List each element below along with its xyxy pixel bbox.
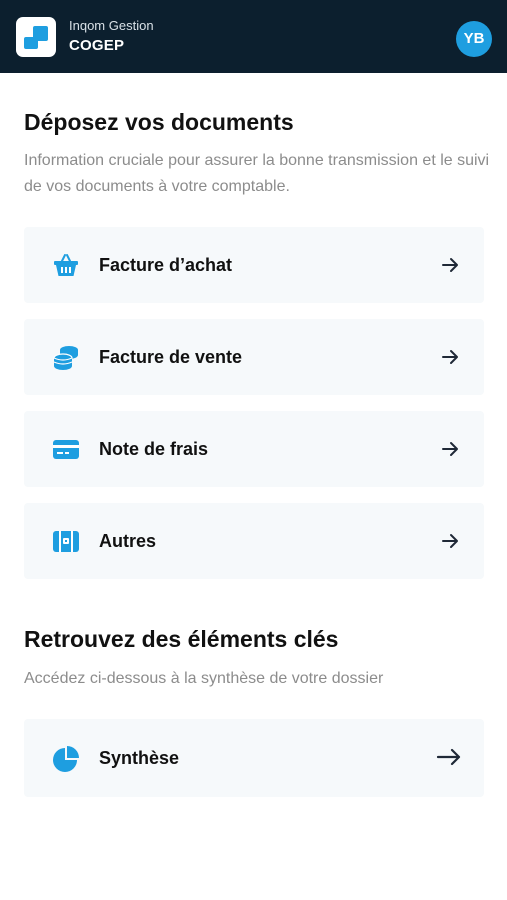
app-root: Inqom Gestion COGEP YB Déposez vos docum… [0,0,507,900]
app-logo[interactable] [16,17,56,57]
org-name[interactable]: COGEP [69,37,124,55]
pie-chart-icon [52,744,80,772]
summary-label: Synthèse [99,748,180,768]
expense-report-card[interactable]: Note de frais [24,411,484,487]
purchase-invoice-label: Facture d’achat [99,255,233,275]
deposit-section-description: Information cruciale pour assurer la bon… [24,152,490,195]
key-elements-section-title: Retrouvez des éléments clés [24,626,339,652]
shopping-basket-icon [52,251,80,279]
sales-invoice-card[interactable]: Facture de vente [24,319,484,395]
expense-report-label: Note de frais [99,439,209,459]
briefcase-icon [52,527,80,555]
other-documents-card[interactable]: Autres [24,503,484,579]
arrow-right-icon [440,347,460,367]
arrow-right-icon [440,255,460,275]
arrow-right-icon [440,531,460,551]
logo-mark-icon [24,26,48,49]
sales-invoice-label: Facture de vente [99,347,243,367]
credit-card-icon [52,435,80,463]
purchase-invoice-card[interactable]: Facture d’achat [24,227,484,303]
user-avatar[interactable]: YB [456,21,492,57]
arrow-right-icon [440,439,460,459]
other-documents-label: Autres [99,531,157,551]
deposit-section-title: Déposez vos documents [24,109,294,135]
summary-card[interactable]: Synthèse [24,719,484,797]
key-elements-section-description: Accédez ci-dessous à la synthèse de votr… [24,670,384,687]
coin-stack-icon [52,343,80,371]
top-bar: Inqom Gestion COGEP YB [0,0,507,73]
arrow-right-icon [436,746,462,768]
org-subtitle: Inqom Gestion [69,18,154,33]
